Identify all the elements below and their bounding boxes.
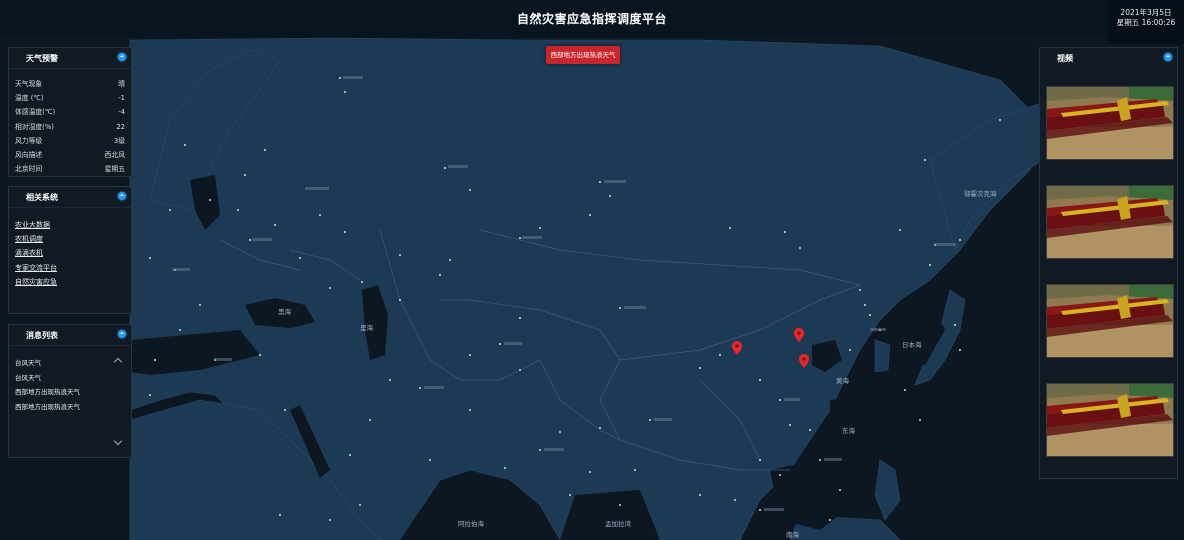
weather-panel-header: 天气预警: [9, 48, 131, 69]
sea-label-bengal: 孟加拉湾: [605, 519, 632, 528]
messages-panel-title: 消息列表: [26, 331, 58, 340]
list-item[interactable]: 西部地方出现热浪天气: [15, 385, 131, 400]
weather-value: -1: [118, 94, 125, 103]
chevron-down-icon[interactable]: [113, 436, 123, 446]
sea-label-black: 黑海: [278, 307, 292, 316]
map-land-korea: [874, 339, 891, 373]
list-item[interactable]: 台风天气: [15, 356, 131, 371]
collapse-icon[interactable]: [118, 192, 126, 200]
weather-row: 体感温度(℃) -4: [9, 105, 131, 119]
system-link-machinery-dispatch[interactable]: 农机调度: [15, 232, 131, 246]
weather-panel-title: 天气预警: [26, 54, 58, 63]
weather-value: 22: [116, 122, 125, 131]
weather-key: 体感温度(℃): [15, 108, 56, 117]
weather-row: 北京时间 星期五: [9, 162, 131, 176]
map-marker-3[interactable]: [799, 354, 809, 368]
systems-panel: 相关系统 农业大数据 农机调度 滴滴农机 专家交流平台 自然灾害应急: [8, 186, 132, 314]
collapse-icon[interactable]: [1164, 53, 1172, 61]
app-root: 黑海 里海 日本海 黄海 东海 南海 阿拉伯海 孟加拉湾 鄂霍次克海 自然灾害应…: [0, 0, 1184, 540]
app-header: 自然灾害应急指挥调度平台: [0, 0, 1184, 37]
collapse-icon[interactable]: [118, 330, 126, 338]
sea-label-south: 南海: [786, 530, 800, 539]
list-item[interactable]: 西部地方出现热浪天气: [15, 400, 131, 415]
weather-value: 晴: [118, 80, 125, 88]
video-thumbnail-4[interactable]: [1046, 383, 1174, 457]
weather-value: -4: [118, 108, 125, 117]
collapse-icon[interactable]: [118, 53, 126, 61]
weather-key: 北京时间: [15, 165, 43, 174]
harvester-image: [1047, 285, 1173, 357]
weather-value: 西北风: [104, 150, 125, 159]
video-thumbnail-2[interactable]: [1046, 185, 1174, 259]
harvester-image: [1047, 384, 1173, 456]
map-marker-2[interactable]: [794, 328, 804, 342]
list-item[interactable]: 台风天气: [15, 371, 131, 386]
harvester-image: [1047, 87, 1173, 159]
video-panel: 视频: [1039, 47, 1178, 479]
messages-list[interactable]: 台风天气 台风天气 西部地方出现热浪天气 西部地方出现热浪天气: [9, 346, 131, 460]
current-date: 2021年3月5日: [1120, 8, 1172, 17]
system-link-expert-exchange[interactable]: 专家交流平台: [15, 261, 131, 275]
messages-panel-header: 消息列表: [9, 325, 131, 346]
alert-badge[interactable]: 西部地方出现热浪天气: [546, 46, 620, 64]
harvester-image: [1047, 186, 1173, 258]
messages-panel: 消息列表 台风天气 台风天气 西部地方出现热浪天气 西部地方出现热浪天气: [8, 324, 132, 458]
weather-key: 风力等级: [15, 136, 43, 145]
video-panel-header: 视频: [1040, 48, 1177, 68]
video-thumbnail-3[interactable]: [1046, 284, 1174, 358]
weather-key: 温度 (℃): [15, 94, 44, 103]
weather-row: 相对湿度(%) 22: [9, 120, 131, 134]
sea-label-arabian: 阿拉伯海: [458, 519, 485, 528]
system-link-disaster-response[interactable]: 自然灾害应急: [15, 275, 131, 289]
systems-list: 农业大数据 农机调度 滴滴农机 专家交流平台 自然灾害应急: [9, 208, 131, 289]
system-link-agri-bigdata[interactable]: 农业大数据: [15, 218, 131, 232]
weather-key: 天气现象: [15, 80, 43, 88]
weather-row: 天气现象 晴: [9, 77, 131, 91]
weather-list: 天气现象 晴 温度 (℃) -1 体感温度(℃) -4 相对湿度(%) 22 风力等级 3…: [9, 69, 131, 176]
current-weekday-time: 星期五 16:00:26: [1116, 18, 1176, 27]
sea-label-caspian: 里海: [360, 323, 374, 332]
weather-panel: 天气预警 天气现象 晴 温度 (℃) -1 体感温度(℃) -4 相对湿度(%) 22 …: [8, 47, 132, 177]
weather-row: 风向描述 西北风: [9, 148, 131, 162]
weather-key: 风向描述: [15, 150, 43, 159]
weather-row: 风力等级 3级: [9, 134, 131, 148]
video-thumbnail-1[interactable]: [1046, 86, 1174, 160]
weather-key: 相对湿度(%): [15, 122, 54, 131]
page-title: 自然灾害应急指挥调度平台: [516, 12, 667, 26]
weather-value: 星期五: [104, 165, 125, 174]
weather-value: 3级: [113, 136, 125, 145]
map-canvas[interactable]: 黑海 里海 日本海 黄海 东海 南海 阿拉伯海 孟加拉湾 鄂霍次克海: [0, 0, 1184, 540]
world-map[interactable]: 黑海 里海 日本海 黄海 东海 南海 阿拉伯海 孟加拉湾 鄂霍次克海: [0, 0, 1184, 540]
weather-row: 温度 (℃) -1: [9, 91, 131, 105]
sea-label-okhotsk: 鄂霍次克海: [964, 189, 997, 198]
sea-label-yellow: 黄海: [836, 376, 850, 385]
system-link-didi-machinery[interactable]: 滴滴农机: [15, 246, 131, 260]
datetime-box: 2021年3月5日 星期五 16:00:26: [1108, 0, 1184, 44]
video-panel-title: 视频: [1057, 54, 1073, 63]
sea-label-east: 东海: [842, 426, 856, 435]
systems-panel-header: 相关系统: [9, 187, 131, 208]
map-marker-1[interactable]: [732, 341, 742, 355]
systems-panel-title: 相关系统: [26, 193, 58, 202]
sea-label-japan: 日本海: [902, 340, 922, 349]
